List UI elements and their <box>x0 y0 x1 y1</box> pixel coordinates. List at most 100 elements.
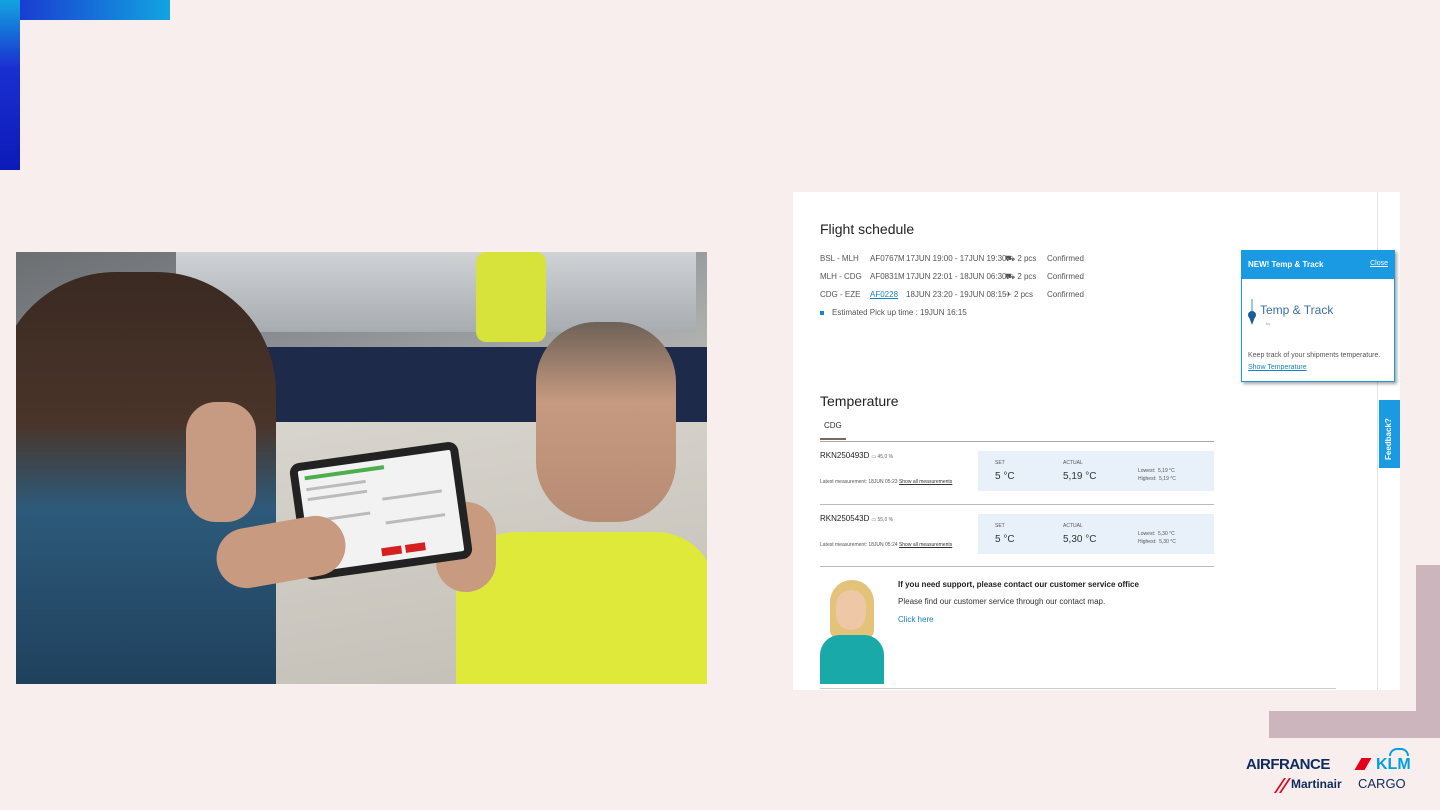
klm-wordmark: KLM <box>1376 756 1411 773</box>
flight-pieces: ⛟ 2 pcs <box>1005 254 1036 264</box>
feedback-button[interactable]: Feedback? <box>1379 400 1400 468</box>
decor-right-bar <box>1416 565 1440 711</box>
popup-close-button[interactable]: Close <box>1370 260 1388 267</box>
flight-pieces: ⛟ 2 pcs <box>1005 272 1036 282</box>
agent-face <box>836 590 866 630</box>
battery-level: ▭ 45,0 % <box>871 454 893 460</box>
lowest: Lowest: 5,30 °C <box>1138 531 1175 537</box>
decor-top-bar <box>0 0 170 20</box>
tablet-button <box>404 542 426 553</box>
flight-number: AF0767M <box>870 254 905 263</box>
bullet-icon <box>820 310 824 315</box>
photo-workers-with-tablet <box>16 252 707 684</box>
cargo-wordmark: CARGO <box>1358 776 1406 791</box>
actual-value: 5,30 °C <box>1063 534 1097 545</box>
set-value: 5 °C <box>995 534 1015 545</box>
support-title: If you need support, please contact our … <box>898 580 1139 589</box>
battery-icon: ▭ <box>871 517 877 523</box>
flight-status: Confirmed <box>1047 254 1084 263</box>
tablet-row <box>382 489 442 501</box>
popup-title: NEW! Temp & Track <box>1248 260 1324 269</box>
latest-text: Latest measurement: 18JUN 05:23 <box>820 479 898 485</box>
flight-route: BSL - MLH <box>820 254 859 263</box>
flight-route: MLH - CDG <box>820 272 862 281</box>
flight-number-link[interactable]: AF0228 <box>870 290 898 299</box>
flight-status: Confirmed <box>1047 272 1084 281</box>
tab-cdg[interactable]: CDG <box>820 421 846 440</box>
flight-time-text: 18JUN 23:20 - 19JUN 08:15 <box>906 290 1007 299</box>
tablet-row <box>307 489 368 502</box>
container-id-text: RKN250493D <box>820 451 870 460</box>
photo-face-left <box>186 402 256 522</box>
actual-label: ACTUAL <box>1063 523 1083 529</box>
flight-time: 17JUN 22:01 - 18JUN 06:30 <box>906 272 1007 281</box>
lowest-label: Lowest <box>1138 468 1154 474</box>
popup-header: NEW! Temp & Track Close <box>1242 251 1394 279</box>
latest-measurement: Latest measurement: 18JUN 05:24 Show all… <box>820 542 952 548</box>
support-link[interactable]: Click here <box>898 615 934 624</box>
battery-icon: ▭ <box>871 454 877 460</box>
agent-body <box>820 635 884 684</box>
battery-text: 45,0 % <box>877 454 894 460</box>
flight-schedule-title: Flight schedule <box>820 221 915 237</box>
support-agent-image <box>818 580 886 684</box>
logo-by: by <box>1266 321 1271 326</box>
temp-track-popup: NEW! Temp & Track Close Temp & Track by … <box>1241 250 1395 382</box>
set-label: SET <box>995 460 1005 466</box>
afklm-cargo-logo: AIRFRANCE KLM Martinair CARGO <box>1246 748 1421 796</box>
latest-measurement: Latest measurement: 18JUN 05:23 Show all… <box>820 479 952 485</box>
divider <box>820 688 1336 689</box>
highest-label: Highest <box>1138 476 1155 482</box>
support-description: Please find our customer service through… <box>898 597 1106 606</box>
flight-time: 17JUN 19:00 - 17JUN 19:30 <box>906 254 1007 263</box>
set-label: SET <box>995 523 1005 529</box>
truck-icon: ⛟ <box>1005 254 1016 263</box>
flight-route: CDG - EZE <box>820 290 861 299</box>
container-id: RKN250493D ▭ 45,0 % <box>820 451 893 460</box>
photo-window <box>176 252 696 332</box>
tablet-row <box>306 479 366 492</box>
show-temperature-link[interactable]: Show Temperature <box>1248 364 1307 371</box>
tab-divider <box>820 441 1214 442</box>
temperature-box: SET ACTUAL 5 °C 5,19 °C Lowest: 5,19 °C … <box>978 451 1214 491</box>
airfrance-wordmark: AIRFRANCE <box>1246 756 1330 773</box>
battery-level: ▭ 55,0 % <box>871 517 893 523</box>
highest-label: Highest <box>1138 539 1155 545</box>
lowest-value: 5,19 °C <box>1158 468 1175 474</box>
show-all-link[interactable]: Show all measurements <box>899 479 952 485</box>
set-value: 5 °C <box>995 471 1015 482</box>
container-id-text: RKN250543D <box>820 514 870 523</box>
lowest: Lowest: 5,19 °C <box>1138 468 1175 474</box>
photo-head-right <box>536 322 676 522</box>
tablet-progress <box>304 465 385 481</box>
tablet-button <box>381 545 403 557</box>
latest-text: Latest measurement: 18JUN 05:24 <box>820 542 898 548</box>
tracking-screenshot: Flight schedule BSL - MLH AF0767M 17JUN … <box>793 192 1400 690</box>
lowest-value: 5,30 °C <box>1158 531 1175 537</box>
battery-text: 55,0 % <box>877 517 894 523</box>
decor-bottom-bar <box>1269 711 1440 738</box>
container-id: RKN250543D ▭ 55,0 % <box>820 514 893 523</box>
highest: Highest: 5,30 °C <box>1138 539 1176 545</box>
temp-track-logo: Temp & Track by <box>1248 293 1378 333</box>
photo-background-worker <box>476 252 546 342</box>
popup-text-body: Keep track of your shipments temperature… <box>1248 352 1381 359</box>
divider <box>820 504 1214 505</box>
highest-value: 5,19 °C <box>1159 476 1176 482</box>
flight-time: 18JUN 23:20 - 19JUN 08:15 <box>906 290 1007 299</box>
pickup-text: Estimated Pick up time : 19JUN 16:15 <box>832 308 967 317</box>
flight-status: Confirmed <box>1047 290 1084 299</box>
pickup-time: Estimated Pick up time : 19JUN 16:15 <box>820 308 967 317</box>
tablet-row <box>385 513 446 525</box>
show-all-link[interactable]: Show all measurements <box>899 542 952 548</box>
actual-label: ACTUAL <box>1063 460 1083 466</box>
popup-text: Keep track of your shipments temperature… <box>1248 350 1388 374</box>
actual-value: 5,19 °C <box>1063 471 1097 482</box>
flight-number: AF0831M <box>870 272 905 281</box>
truck-icon: ⛟ <box>1005 272 1016 281</box>
feedback-label: Feedback? <box>1384 418 1393 460</box>
divider <box>820 566 1214 567</box>
martinair-wordmark: Martinair <box>1291 777 1342 791</box>
lowest-label: Lowest <box>1138 531 1154 537</box>
highest-value: 5,30 °C <box>1159 539 1176 545</box>
